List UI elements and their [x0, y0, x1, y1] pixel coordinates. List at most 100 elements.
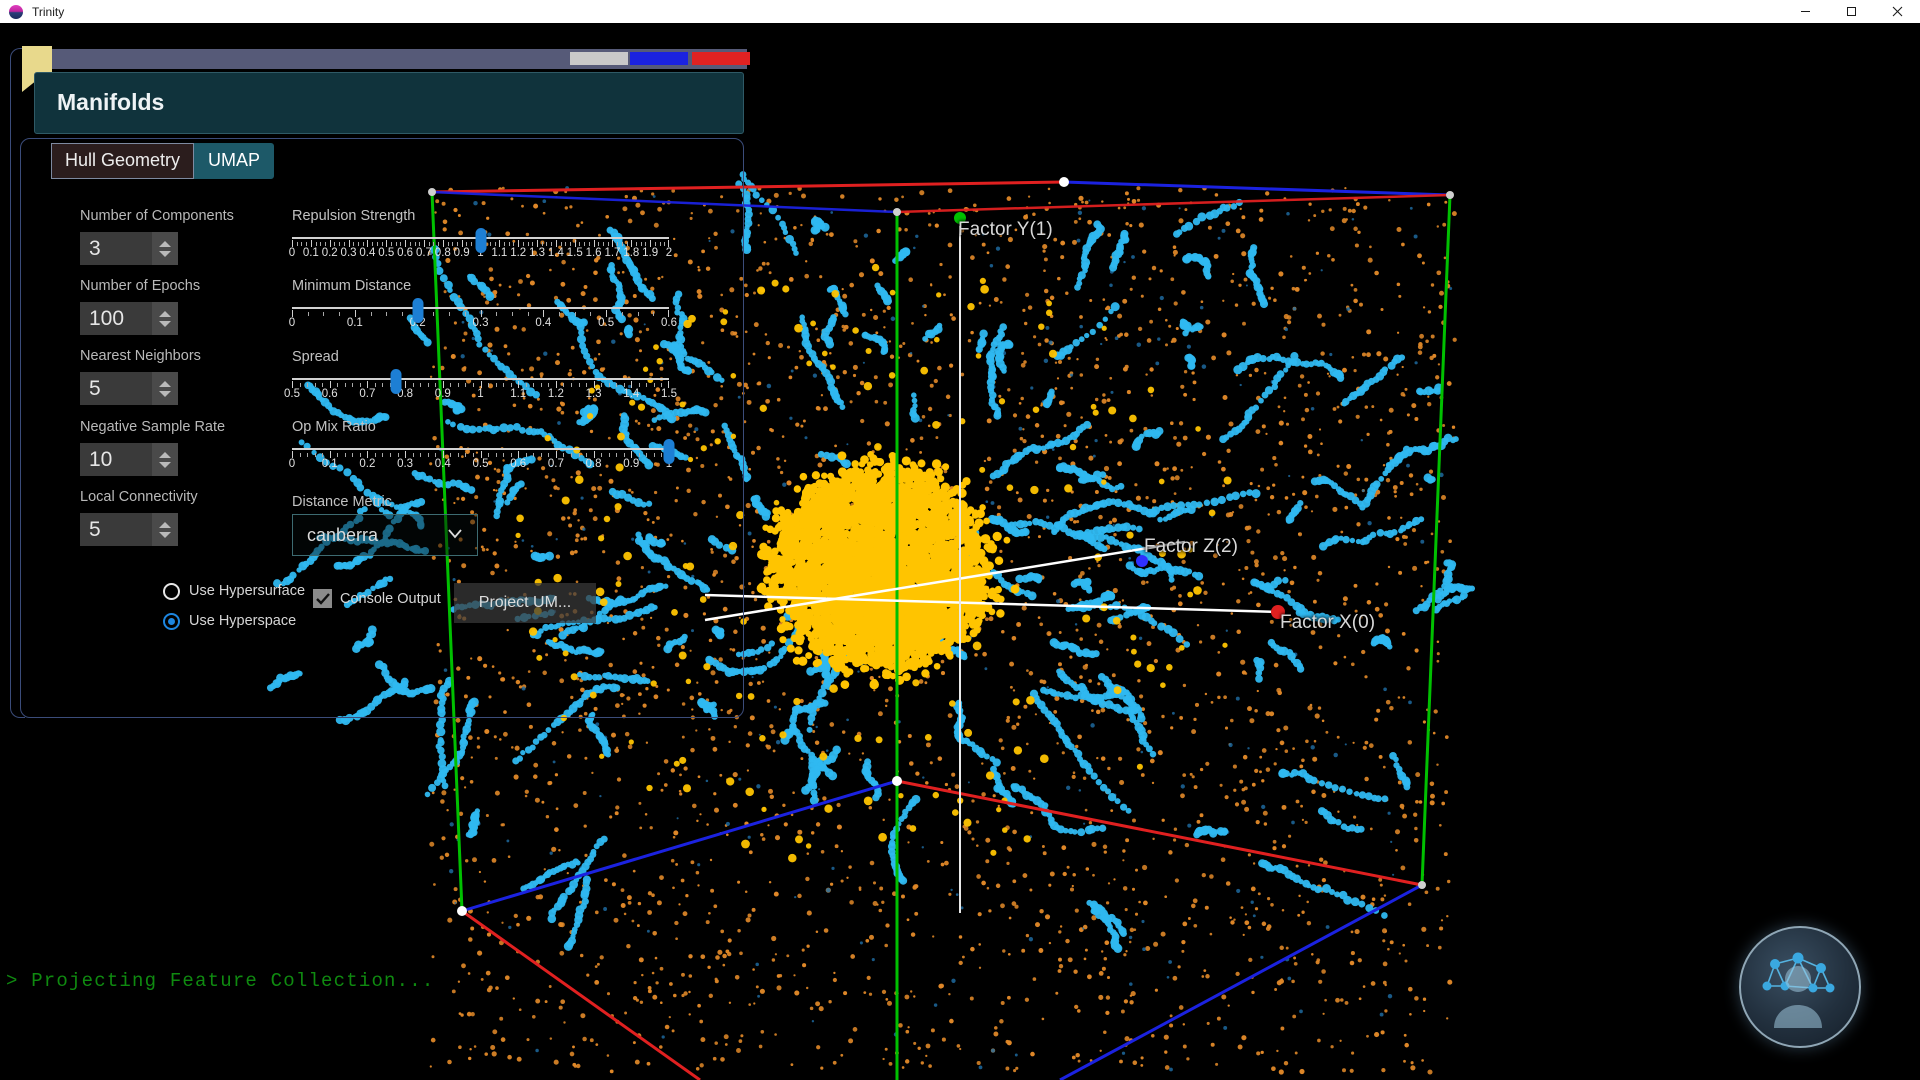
radio-use-hypersurface[interactable]: Use Hypersurface [163, 578, 305, 604]
slider-tick-label: 0.4 [359, 247, 376, 259]
slider-tick-label: 0.7 [359, 388, 376, 400]
slider-tick-label: 1.9 [642, 247, 659, 259]
stepper-up-icon-4[interactable] [159, 521, 171, 528]
project-umap-button[interactable]: Project UM... [454, 583, 596, 623]
stepper-1[interactable]: 100 [80, 302, 178, 335]
maximize-button[interactable] [1828, 0, 1874, 23]
topbar-chip-grey[interactable] [570, 52, 628, 65]
stepper-down-icon-3[interactable] [159, 461, 171, 468]
slider-tick-label: 0.1 [346, 317, 363, 329]
network-graph-orb-button[interactable] [1739, 926, 1861, 1048]
field-label-1: Number of Epochs [80, 278, 201, 294]
tab-umap[interactable]: UMAP [194, 143, 275, 179]
slider-tick-label: 0.7 [415, 247, 432, 259]
topbar-chip-red[interactable] [692, 52, 750, 65]
slider-tick-label: 1.1 [510, 388, 527, 400]
slider-tick-label: 1.8 [623, 247, 640, 259]
stepper-up-icon-3[interactable] [159, 451, 171, 458]
window-title-bar: Trinity [0, 0, 1920, 23]
stepper-arrows-1[interactable] [152, 302, 178, 335]
topbar-chip-blue[interactable] [630, 52, 688, 65]
slider-knob-3[interactable] [663, 439, 675, 464]
slider-tick-label: 1.7 [604, 247, 621, 259]
slider-tick-label: 1.4 [547, 247, 564, 259]
stepper-down-icon-4[interactable] [159, 531, 171, 538]
slider-tick-label: 0.6 [661, 317, 677, 329]
slider-tick-label: 0.3 [340, 247, 357, 259]
stepper-0[interactable]: 3 [80, 232, 178, 265]
console-output-checkbox[interactable]: Console Output [313, 589, 441, 608]
slider-tick-label: 1.2 [547, 388, 564, 400]
slider-rail-1[interactable] [292, 307, 669, 309]
slider-tick-label: 0.4 [434, 458, 451, 470]
slider-tick-label: 0.2 [321, 247, 338, 259]
slider-tick-label: 0.6 [510, 458, 527, 470]
slider-tick-label: 0.9 [434, 388, 451, 400]
slider-tick-labels-1: 0 0.1 0.2 0.3 0.4 0.5 0.6 [289, 317, 677, 333]
slider-tick-label: 1 [477, 388, 484, 400]
slider-rail-2[interactable] [292, 378, 669, 380]
slider-tick-label: 1.3 [529, 247, 546, 259]
slider-3[interactable]: 0 0.1 0.2 0.3 0.4 0.5 0.6 0.7 0.8 0.9 1 [289, 439, 675, 477]
slider-tick-label: 0.5 [598, 317, 615, 329]
slider-rail-3[interactable] [292, 448, 669, 450]
slider-tick-label: 0.9 [453, 247, 470, 259]
slider-knob-2[interactable] [390, 369, 402, 394]
stepper-arrows-4[interactable] [152, 513, 178, 546]
slider-ticks-2 [292, 381, 669, 388]
stepper-value-4[interactable]: 5 [80, 518, 152, 542]
stepper-4[interactable]: 5 [80, 513, 178, 546]
stepper-value-1[interactable]: 100 [80, 307, 152, 331]
stepper-arrows-2[interactable] [152, 372, 178, 405]
stepper-up-icon-1[interactable] [159, 310, 171, 317]
slider-tick-labels-3: 0 0.1 0.2 0.3 0.4 0.5 0.6 0.7 0.8 0.9 1 [289, 458, 672, 474]
slider-tick-label: 1.1 [491, 247, 508, 259]
app-icon [9, 4, 23, 19]
field-label-0: Number of Components [80, 208, 234, 224]
slider-tick-label: 0.5 [378, 247, 395, 259]
slider-tick-label: 0.5 [472, 458, 489, 470]
field-label-4: Local Connectivity [80, 489, 198, 505]
slider-tick-label: 0 [288, 247, 296, 259]
slider-1[interactable]: 0 0.1 0.2 0.3 0.4 0.5 0.6 [289, 298, 677, 336]
stepper-arrows-0[interactable] [152, 232, 178, 265]
slider-tick-label: 0.9 [623, 458, 640, 470]
slider-tick-label: 0.2 [359, 458, 376, 470]
stepper-value-3[interactable]: 10 [80, 448, 152, 472]
slider-0[interactable]: 0 0.1 0.2 0.3 0.4 0.5 0.6 0.7 0.8 0.9 1 1.1 1.2 1.3 1.… [288, 228, 672, 266]
stepper-value-0[interactable]: 3 [80, 237, 152, 261]
tab-hull-geometry[interactable]: Hull Geometry [51, 143, 195, 179]
slider-label-3: Op Mix Ratio [292, 419, 376, 435]
slider-tick-labels-2: 0.5 0.6 0.7 0.8 0.9 1 1.1 1.2 1.3 1.4 1.5 [284, 388, 677, 404]
slider-2[interactable]: 0.5 0.6 0.7 0.8 0.9 1 1.1 1.2 1.3 1.4 1.5 [284, 369, 677, 407]
radio-use-hyperspace[interactable]: Use Hyperspace [163, 608, 305, 634]
stepper-down-icon-2[interactable] [159, 390, 171, 397]
network-graph-icon [1762, 952, 1835, 1028]
distance-metric-value: canberra [307, 524, 379, 545]
close-button[interactable] [1874, 0, 1920, 23]
slider-tick-label: 1.5 [566, 247, 583, 259]
stepper-value-2[interactable]: 5 [80, 377, 152, 401]
radio-hypersurface-indicator [163, 582, 180, 600]
chevron-down-icon [448, 529, 462, 539]
slider-knob-0[interactable] [475, 228, 486, 253]
slider-tick-label: 0.3 [397, 458, 414, 470]
stepper-arrows-3[interactable] [152, 443, 178, 476]
stepper-down-icon-1[interactable] [159, 320, 171, 327]
slider-tick-label: 0.1 [302, 247, 319, 259]
distance-metric-label: Distance Metric [292, 494, 392, 510]
slider-label-0: Repulsion Strength [292, 208, 416, 224]
slider-knob-1[interactable] [412, 298, 424, 323]
slider-label-2: Spread [292, 349, 339, 365]
stepper-3[interactable]: 10 [80, 443, 178, 476]
stepper-up-icon-0[interactable] [159, 240, 171, 247]
stepper-down-icon-0[interactable] [159, 250, 171, 257]
slider-ticks-3 [292, 451, 669, 458]
slider-tick-label: 0.4 [535, 317, 552, 329]
window-title: Trinity [32, 4, 65, 19]
stepper-up-icon-2[interactable] [159, 380, 171, 387]
minimize-button[interactable] [1782, 0, 1828, 23]
distance-metric-select[interactable]: canberra [292, 514, 478, 556]
slider-tick-label: 1.2 [510, 247, 527, 259]
stepper-2[interactable]: 5 [80, 372, 178, 405]
